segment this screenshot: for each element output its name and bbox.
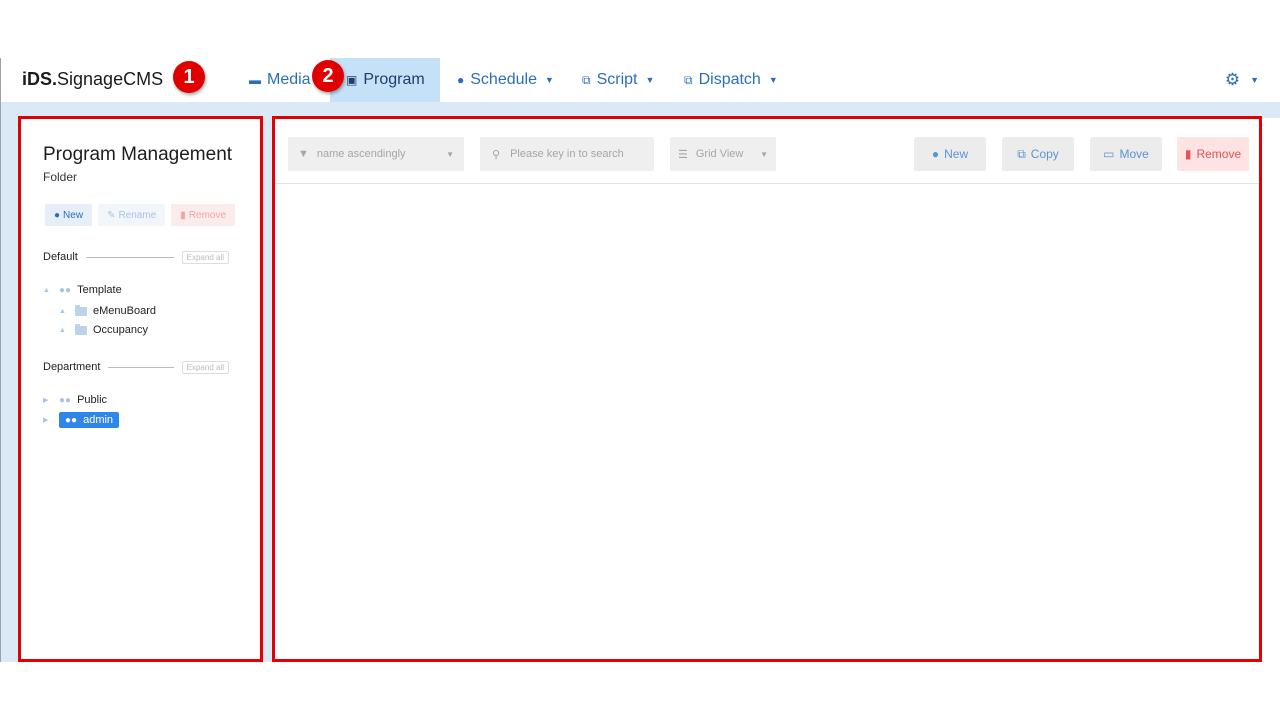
nav-program-label: Program [363,71,425,88]
media-icon: ▬ [249,73,261,87]
annotation-badge-1: 1 [173,61,205,93]
brand-bold: iDS. [22,69,58,89]
caret-down-icon: ▼ [645,75,655,85]
settings-menu[interactable]: ⚙ ▼ [1225,70,1259,90]
script-icon: ⧉ [582,72,591,87]
nav-schedule-label: Schedule [470,71,537,88]
nav-media[interactable]: ▬ Media [241,58,319,102]
caret-down-icon: ▼ [768,75,778,85]
caret-down-icon: ▼ [1250,75,1259,85]
slide: iDS.SignageCMS ▬ Media ▣ Program ● Sched… [0,0,1280,720]
nav-script-label: Script [596,71,638,88]
nav-script[interactable]: ⧉ Script ▼ [574,58,662,102]
caret-down-icon: ▼ [544,75,554,85]
nav-program[interactable]: ▣ Program [330,58,440,102]
annotation-box-program-panel [272,116,1262,662]
nav-schedule[interactable]: ● Schedule ▼ [449,58,562,102]
clock-icon: ● [457,73,465,87]
right-gutter [1259,118,1280,662]
brand-logo[interactable]: iDS.SignageCMS [22,69,163,90]
annotation-badge-2: 2 [312,60,344,92]
nav-media-label: Media [267,71,311,88]
brand-rest: SignageCMS [57,69,164,89]
annotation-box-folder-panel [18,116,263,662]
dispatch-icon: ⧉ [684,72,693,87]
program-icon: ▣ [346,73,358,87]
nav-dispatch-label: Dispatch [698,71,761,88]
gear-icon: ⚙ [1224,70,1241,89]
nav-dispatch[interactable]: ⧉ Dispatch ▼ [676,58,786,102]
